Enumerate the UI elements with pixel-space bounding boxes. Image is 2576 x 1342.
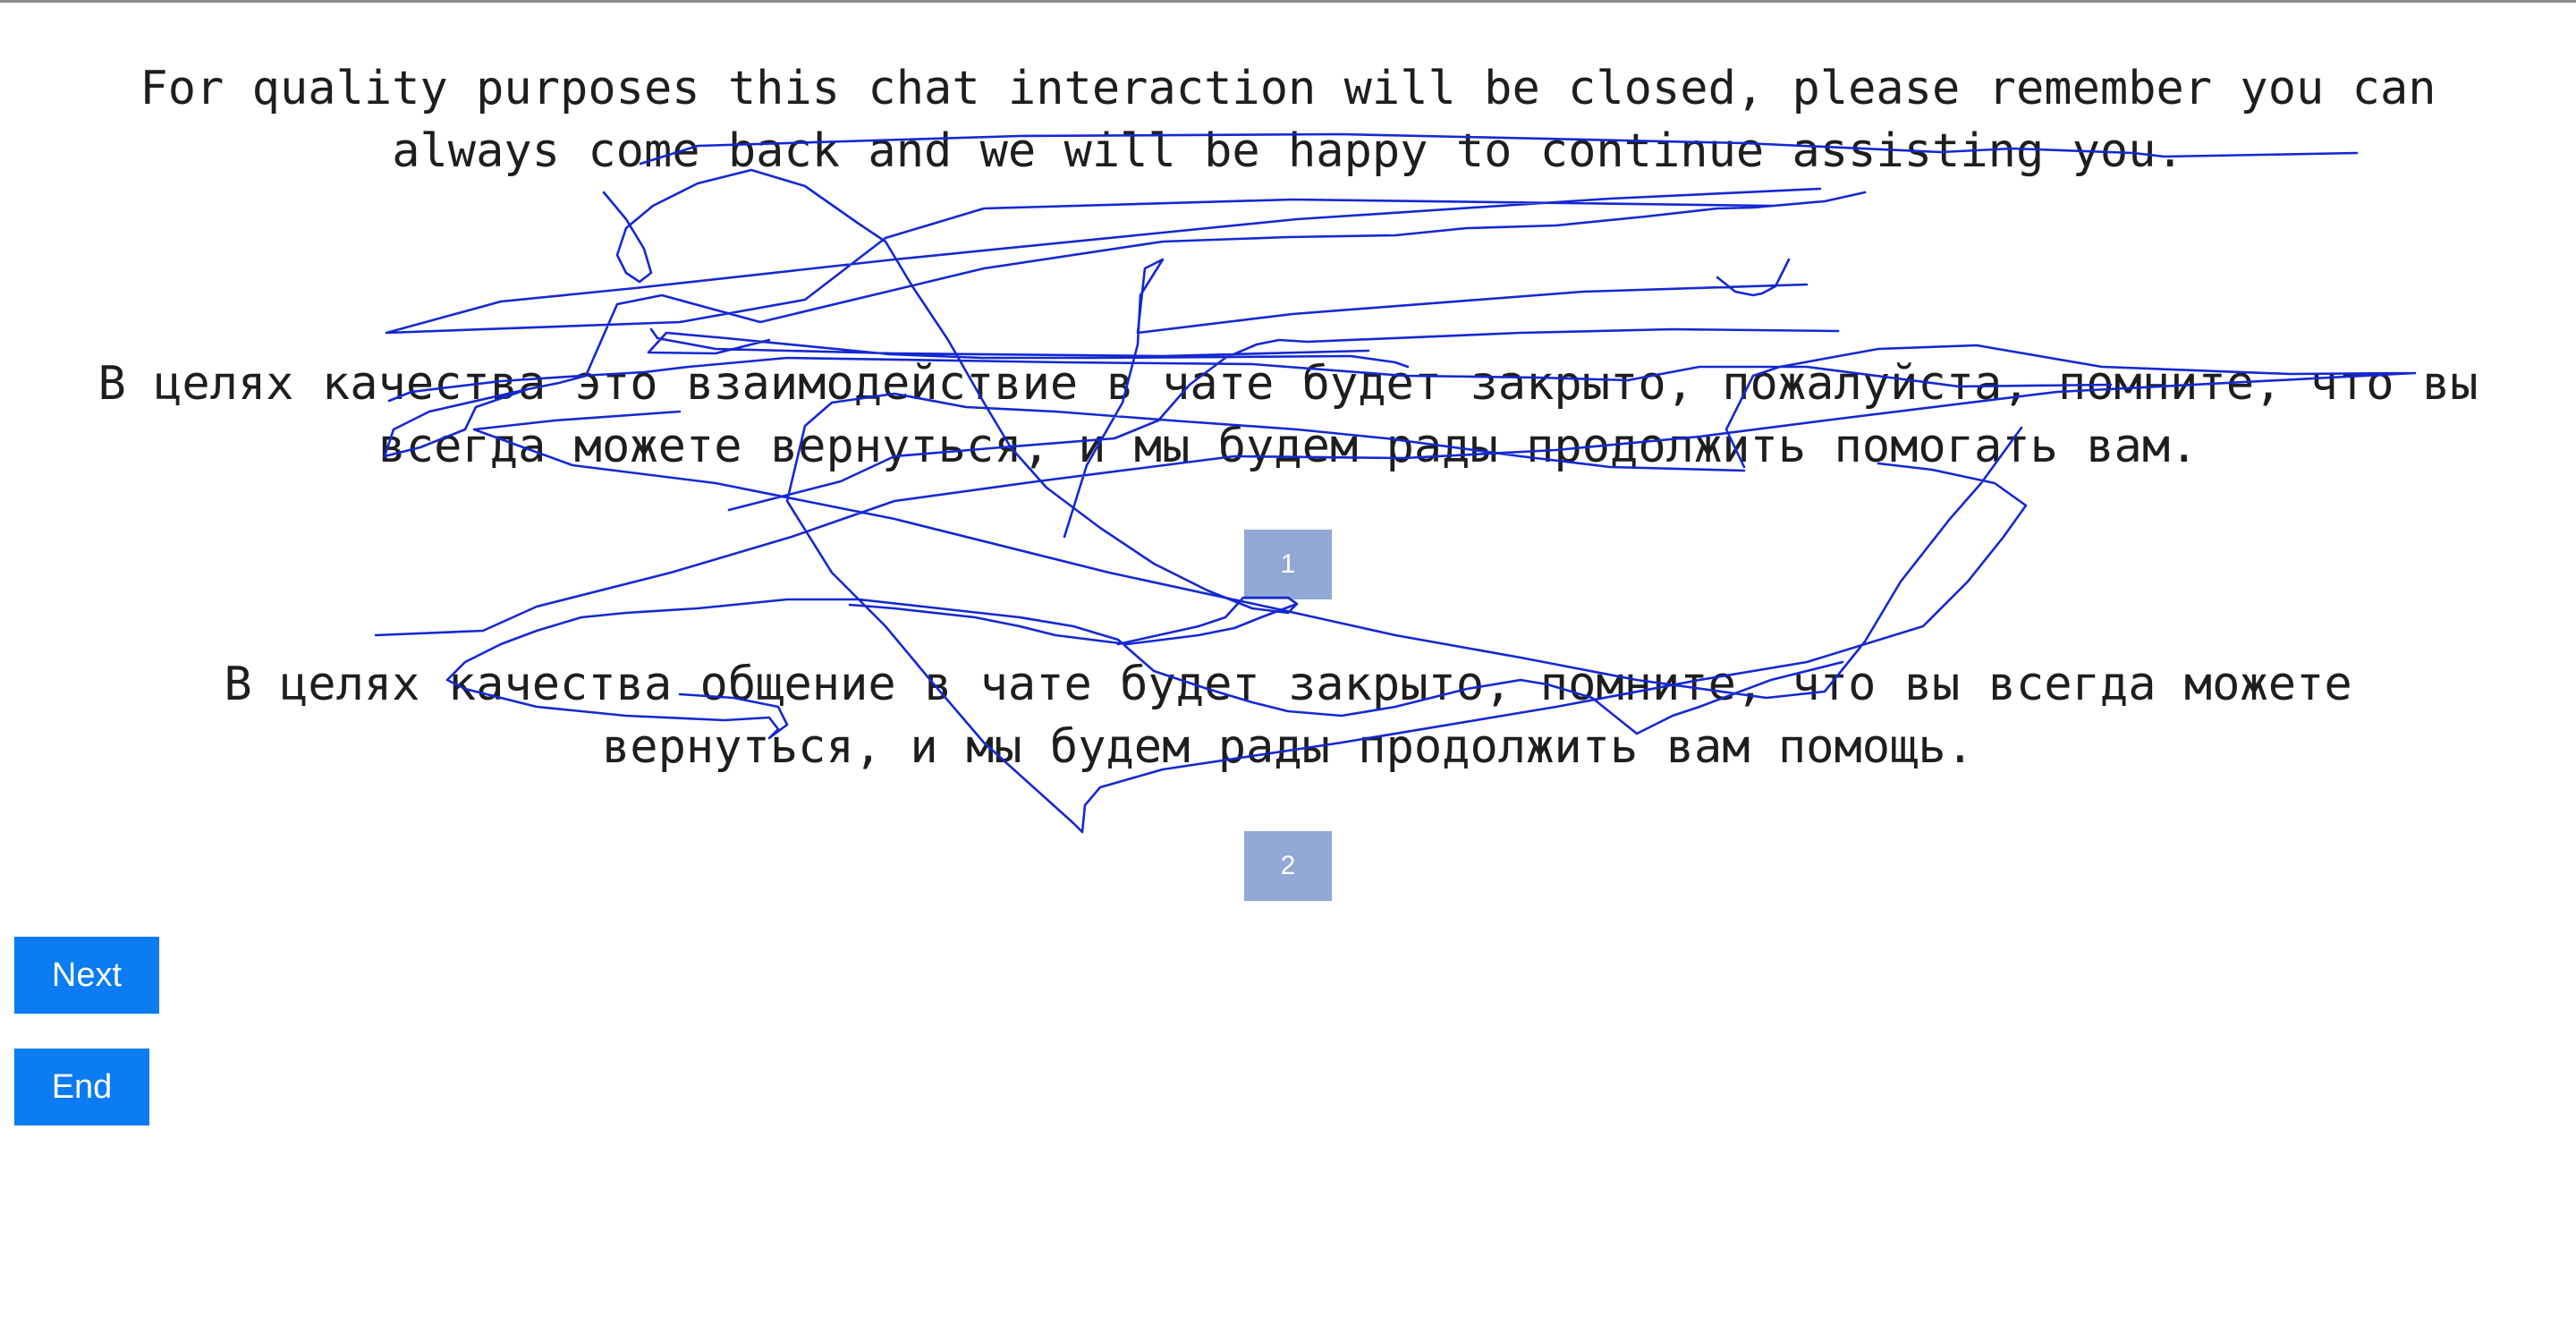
passage-line: всегда можете вернуться, и мы будем рады… [377,420,2199,473]
passage-line: always come back and we will be happy to… [392,124,2184,178]
passage-line: В целях качества это взаимодействие в ча… [97,357,2479,411]
option-marker-1: 1 [1244,530,1332,599]
passage-line: В целях качества общение в чате будет за… [224,658,2352,711]
passage-russian-1: В целях качества это взаимодействие в ча… [0,352,2576,478]
passage-line: вернуться, и мы будем рады продолжить ва… [601,720,1975,774]
passage-english: For quality purposes this chat interacti… [0,57,2576,183]
next-button[interactable]: Next [14,937,159,1014]
end-button[interactable]: End [14,1049,149,1125]
top-border [0,0,2576,3]
passage-russian-2: В целях качества общение в чате будет за… [0,653,2576,778]
option-marker-2: 2 [1244,831,1332,901]
passage-line: For quality purposes this chat interacti… [140,62,2436,115]
